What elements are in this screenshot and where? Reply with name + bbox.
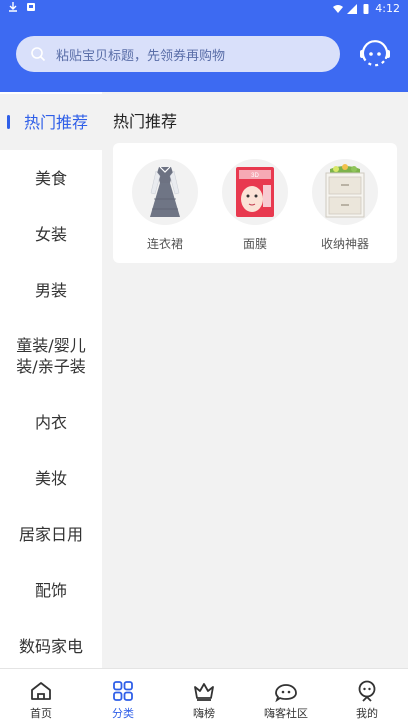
battery-icon (363, 3, 369, 14)
tab-label: 嗨榜 (193, 707, 215, 720)
category-item-kids[interactable]: 童装/婴儿装/亲子装 (0, 328, 102, 384)
category-item-household[interactable]: 居家日用 (0, 506, 102, 562)
tab-label: 我的 (356, 707, 378, 720)
face-mask-image: 3D (236, 167, 274, 217)
download-icon (9, 2, 17, 12)
app-header: 4:12 粘贴宝贝标题，先领券再购物 (0, 0, 408, 92)
tab-category[interactable]: 分类 (82, 669, 164, 724)
status-time: 4:12 (375, 2, 400, 15)
search-placeholder: 粘贴宝贝标题，先领券再购物 (56, 48, 226, 64)
product-name: 收纳神器 (320, 237, 369, 251)
category-item-electronics[interactable]: 数码家电 (0, 618, 102, 674)
category-icon (113, 681, 133, 701)
product-item-dress[interactable]: 连衣裙 (125, 159, 205, 252)
tab-community[interactable]: 嗨客社区 (245, 669, 327, 724)
category-item-underwear[interactable]: 内衣 (0, 394, 102, 450)
category-item-women[interactable]: 女装 (0, 206, 102, 262)
section-title: 热门推荐 (113, 112, 178, 131)
category-item-men[interactable]: 男装 (0, 262, 102, 318)
category-item-beauty[interactable]: 美妆 (0, 450, 102, 506)
signal-icon (347, 3, 358, 14)
community-icon (275, 684, 297, 703)
home-icon (31, 682, 51, 700)
tab-home[interactable]: 首页 (0, 669, 82, 724)
notification-icon (27, 3, 35, 11)
product-name: 面膜 (242, 237, 267, 251)
product-item-storage[interactable]: 收纳神器 (305, 159, 385, 252)
category-sidebar: 热门推荐 美食 女装 男装 童装/婴儿装/亲子装 内衣 美妆 居家日用 配饰 数… (0, 92, 102, 668)
tab-label: 首页 (30, 707, 52, 720)
category-item-accessories[interactable]: 配饰 (0, 562, 102, 618)
tab-ranking[interactable]: 嗨榜 (163, 669, 245, 724)
product-item-face-mask[interactable]: 3D 面膜 (215, 159, 295, 252)
category-item-hot[interactable]: 热门推荐 (0, 94, 102, 150)
category-item-food[interactable]: 美食 (0, 150, 102, 206)
crown-icon (194, 683, 214, 701)
search-icon (31, 47, 46, 62)
tab-profile[interactable]: 我的 (326, 669, 408, 724)
svg-text:3D: 3D (251, 173, 259, 179)
storage-box-image (325, 164, 365, 218)
status-bar: 4:12 (0, 0, 408, 18)
customer-service-icon[interactable] (358, 38, 392, 70)
wifi-icon (333, 4, 344, 13)
profile-icon (358, 680, 376, 702)
bottom-tab-bar: 首页 分类 嗨榜 嗨客社区 我的 (0, 668, 408, 724)
tab-label: 嗨客社区 (264, 707, 308, 720)
hot-products-card: 连衣裙 3D 面膜 收纳神器 (113, 143, 397, 263)
tab-label: 分类 (112, 707, 134, 720)
dress-image (150, 166, 180, 217)
product-name: 连衣裙 (146, 237, 183, 251)
search-bar[interactable]: 粘贴宝贝标题，先领券再购物 (16, 36, 340, 72)
